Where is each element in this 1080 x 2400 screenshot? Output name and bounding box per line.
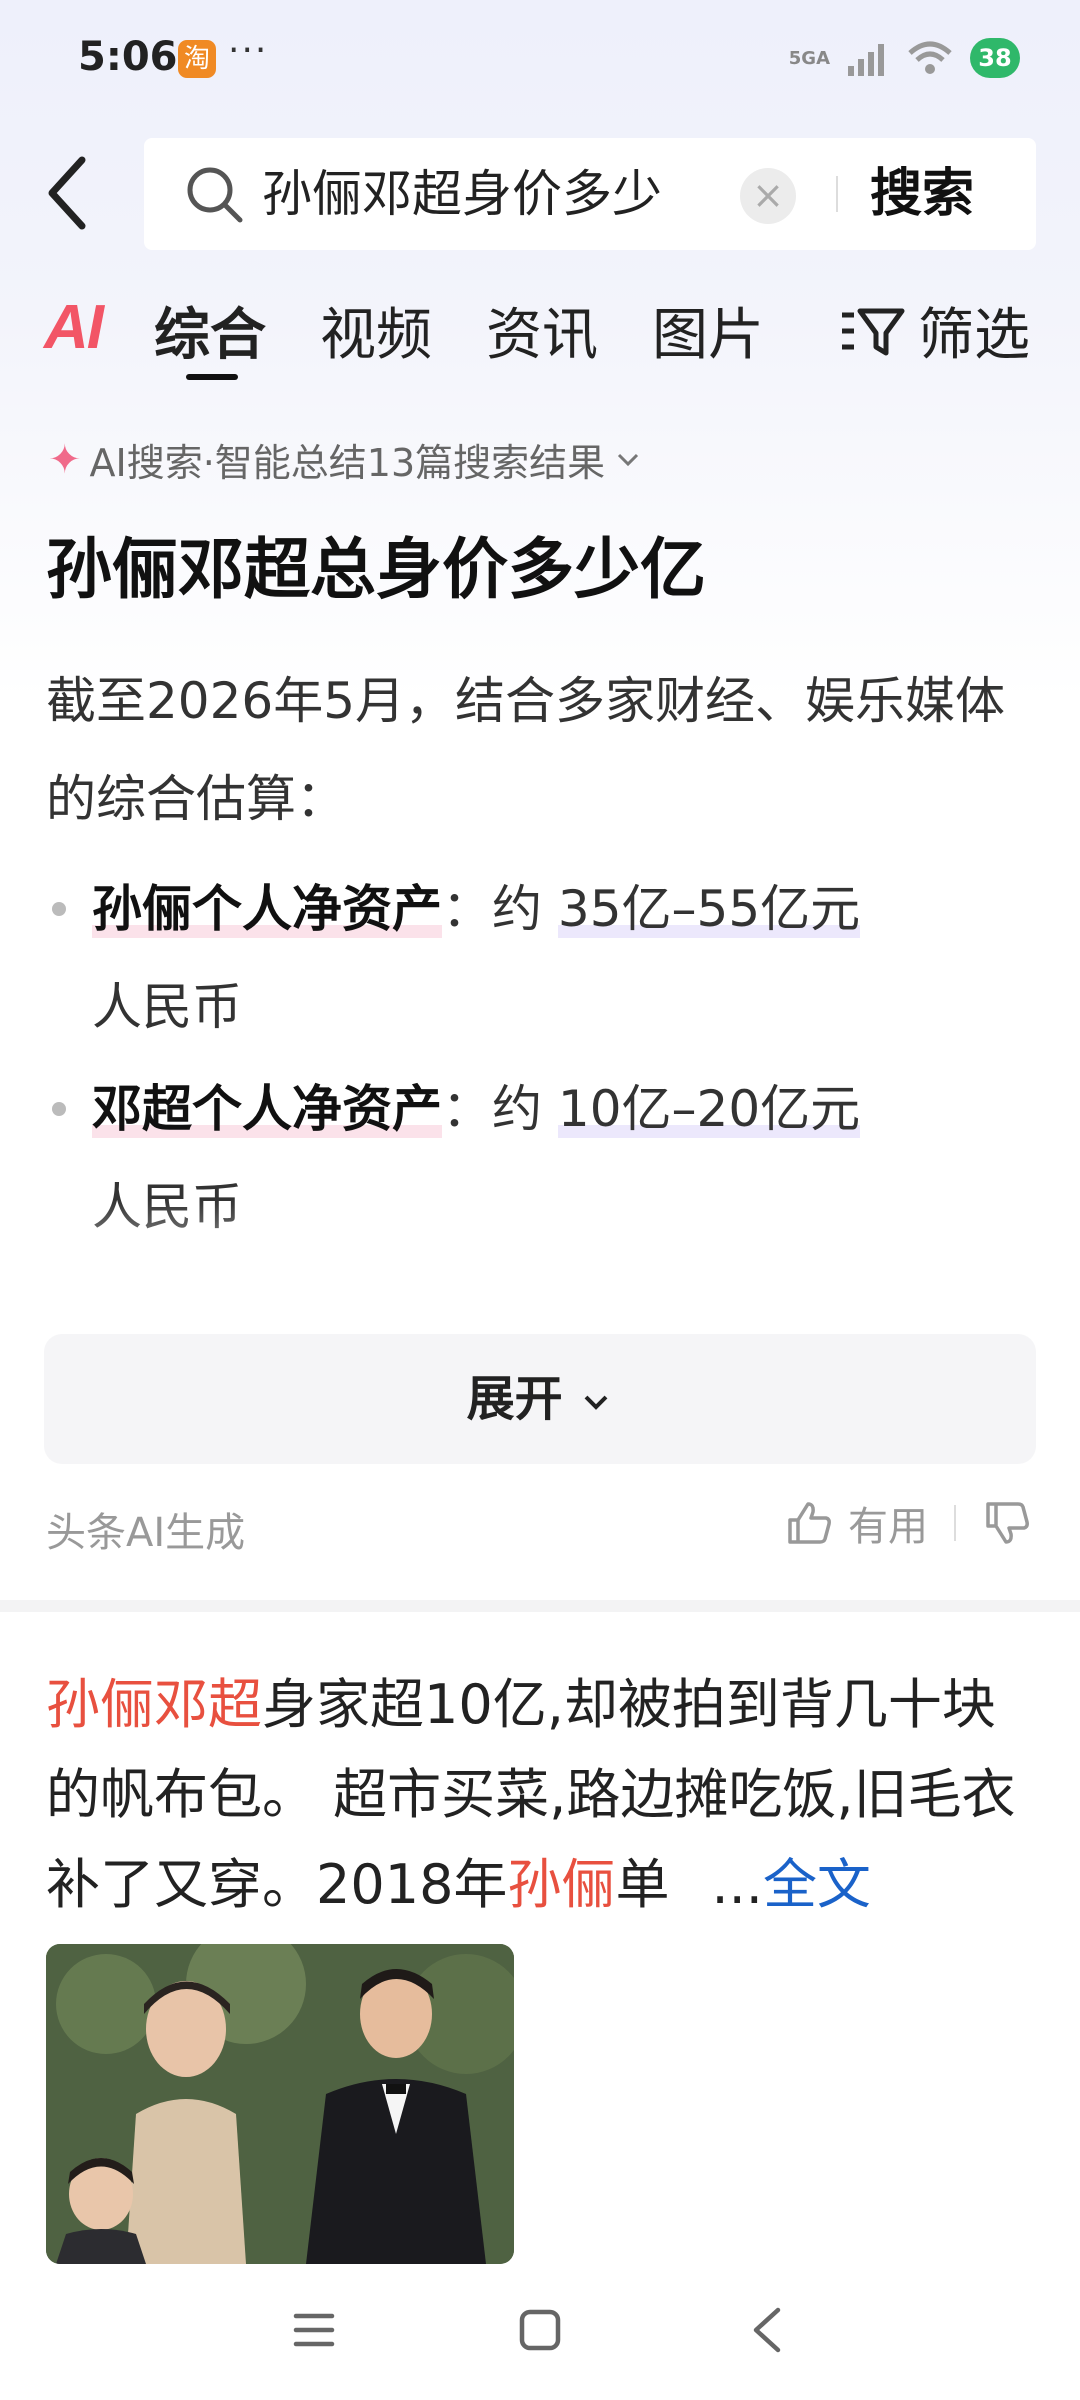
section-divider [0, 1600, 1080, 1612]
bullet-tail: 人民币 [92, 978, 242, 1036]
status-bar: 5:06 淘 ··· 5GA 38 [0, 0, 1080, 120]
tab-ai[interactable]: AI [44, 292, 104, 363]
ai-summary-title: 孙俪邓超总身价多少亿 [46, 531, 706, 608]
bullet-label: 孙俪个人净资产 [92, 880, 442, 938]
highlight-keyword: 孙俪 [507, 1853, 616, 1916]
full-text-link[interactable]: 全文 [763, 1853, 871, 1916]
back-icon[interactable] [40, 150, 100, 236]
feedback-divider [954, 1505, 956, 1541]
back-nav-icon[interactable] [744, 2304, 792, 2356]
status-time: 5:06 [78, 34, 178, 80]
useful-label[interactable]: 有用 [848, 1494, 928, 1552]
active-tab-indicator [186, 374, 238, 380]
filter-label: 筛选 [918, 303, 1030, 368]
bullet-sep: ：约 [442, 1080, 558, 1138]
clear-icon[interactable]: × [740, 168, 796, 224]
highlight-keyword: 孙俪邓超 [46, 1673, 262, 1736]
chevron-down-icon [584, 1395, 608, 1410]
tab-images[interactable]: 图片 [652, 290, 764, 371]
search-button[interactable]: 搜索 [870, 158, 1020, 230]
result-tabs: AI 综合 视频 资讯 图片 筛选 [0, 280, 1080, 380]
tab-news[interactable]: 资讯 [486, 290, 598, 371]
signal-icon [848, 44, 884, 76]
bullet-dot [52, 1102, 66, 1116]
ai-summary-meta[interactable]: ✦ AI搜索·智能总结13篇搜索结果 [48, 432, 643, 487]
bullet-label: 邓超个人净资产 [92, 1080, 442, 1138]
battery-icon: 38 [970, 38, 1020, 78]
more-notifications-icon: ··· [228, 30, 269, 71]
thumbs-down-icon[interactable] [982, 1498, 1032, 1548]
chevron-down-icon [618, 453, 639, 466]
summary-bullet: 孙俪个人净资产：约 35亿–55亿元 人民币 [46, 860, 1036, 1056]
bullet-sep: ：约 [442, 880, 558, 938]
expand-button[interactable]: 展开 [44, 1334, 1036, 1464]
ai-summary-source-count: AI搜索·智能总结13篇搜索结果 [89, 441, 606, 485]
sparkle-icon: ✦ [48, 436, 82, 483]
network-type: 5GA [788, 47, 830, 69]
wifi-icon [908, 41, 952, 74]
search-icon [187, 167, 243, 223]
ellipsis: ... [711, 1853, 763, 1916]
tab-comprehensive[interactable]: 综合 [154, 290, 266, 371]
snippet-text: 单 [615, 1853, 670, 1916]
article-photo[interactable] [46, 1944, 514, 2264]
photo-placeholder [46, 1944, 514, 2264]
filter-button[interactable]: 筛选 [838, 290, 1030, 371]
status-indicators: 5GA 38 [789, 34, 1020, 82]
search-divider [836, 176, 838, 212]
bullet-value: 10亿–20亿元 [557, 1080, 861, 1138]
ai-generated-label: 头条AI生成 [46, 1510, 246, 1556]
filter-icon [842, 308, 905, 355]
menu-icon[interactable] [290, 2306, 338, 2354]
search-box[interactable]: 孙俪邓超身价多少 × 搜索 [144, 138, 1036, 250]
bullet-dot [52, 902, 66, 916]
home-icon[interactable] [516, 2306, 564, 2354]
bullet-value: 35亿–55亿元 [557, 880, 861, 938]
system-navigation-bar [0, 2264, 1080, 2400]
feedback-bar: 有用 [784, 1494, 1032, 1552]
article-snippet[interactable]: 孙俪邓超身家超10亿,却被拍到背几十块的帆布包。 超市买菜,路边摊吃饭,旧毛衣补… [46, 1660, 1036, 1930]
ai-summary-intro: 截至2026年5月，结合多家财经、娱乐媒体的综合估算： [46, 672, 1006, 828]
thumbs-up-icon[interactable] [784, 1498, 834, 1548]
taobao-notification-icon: 淘 [178, 40, 216, 78]
tab-video[interactable]: 视频 [320, 290, 432, 371]
content-fade [0, 1200, 1080, 1300]
expand-label: 展开 [466, 1371, 563, 1427]
